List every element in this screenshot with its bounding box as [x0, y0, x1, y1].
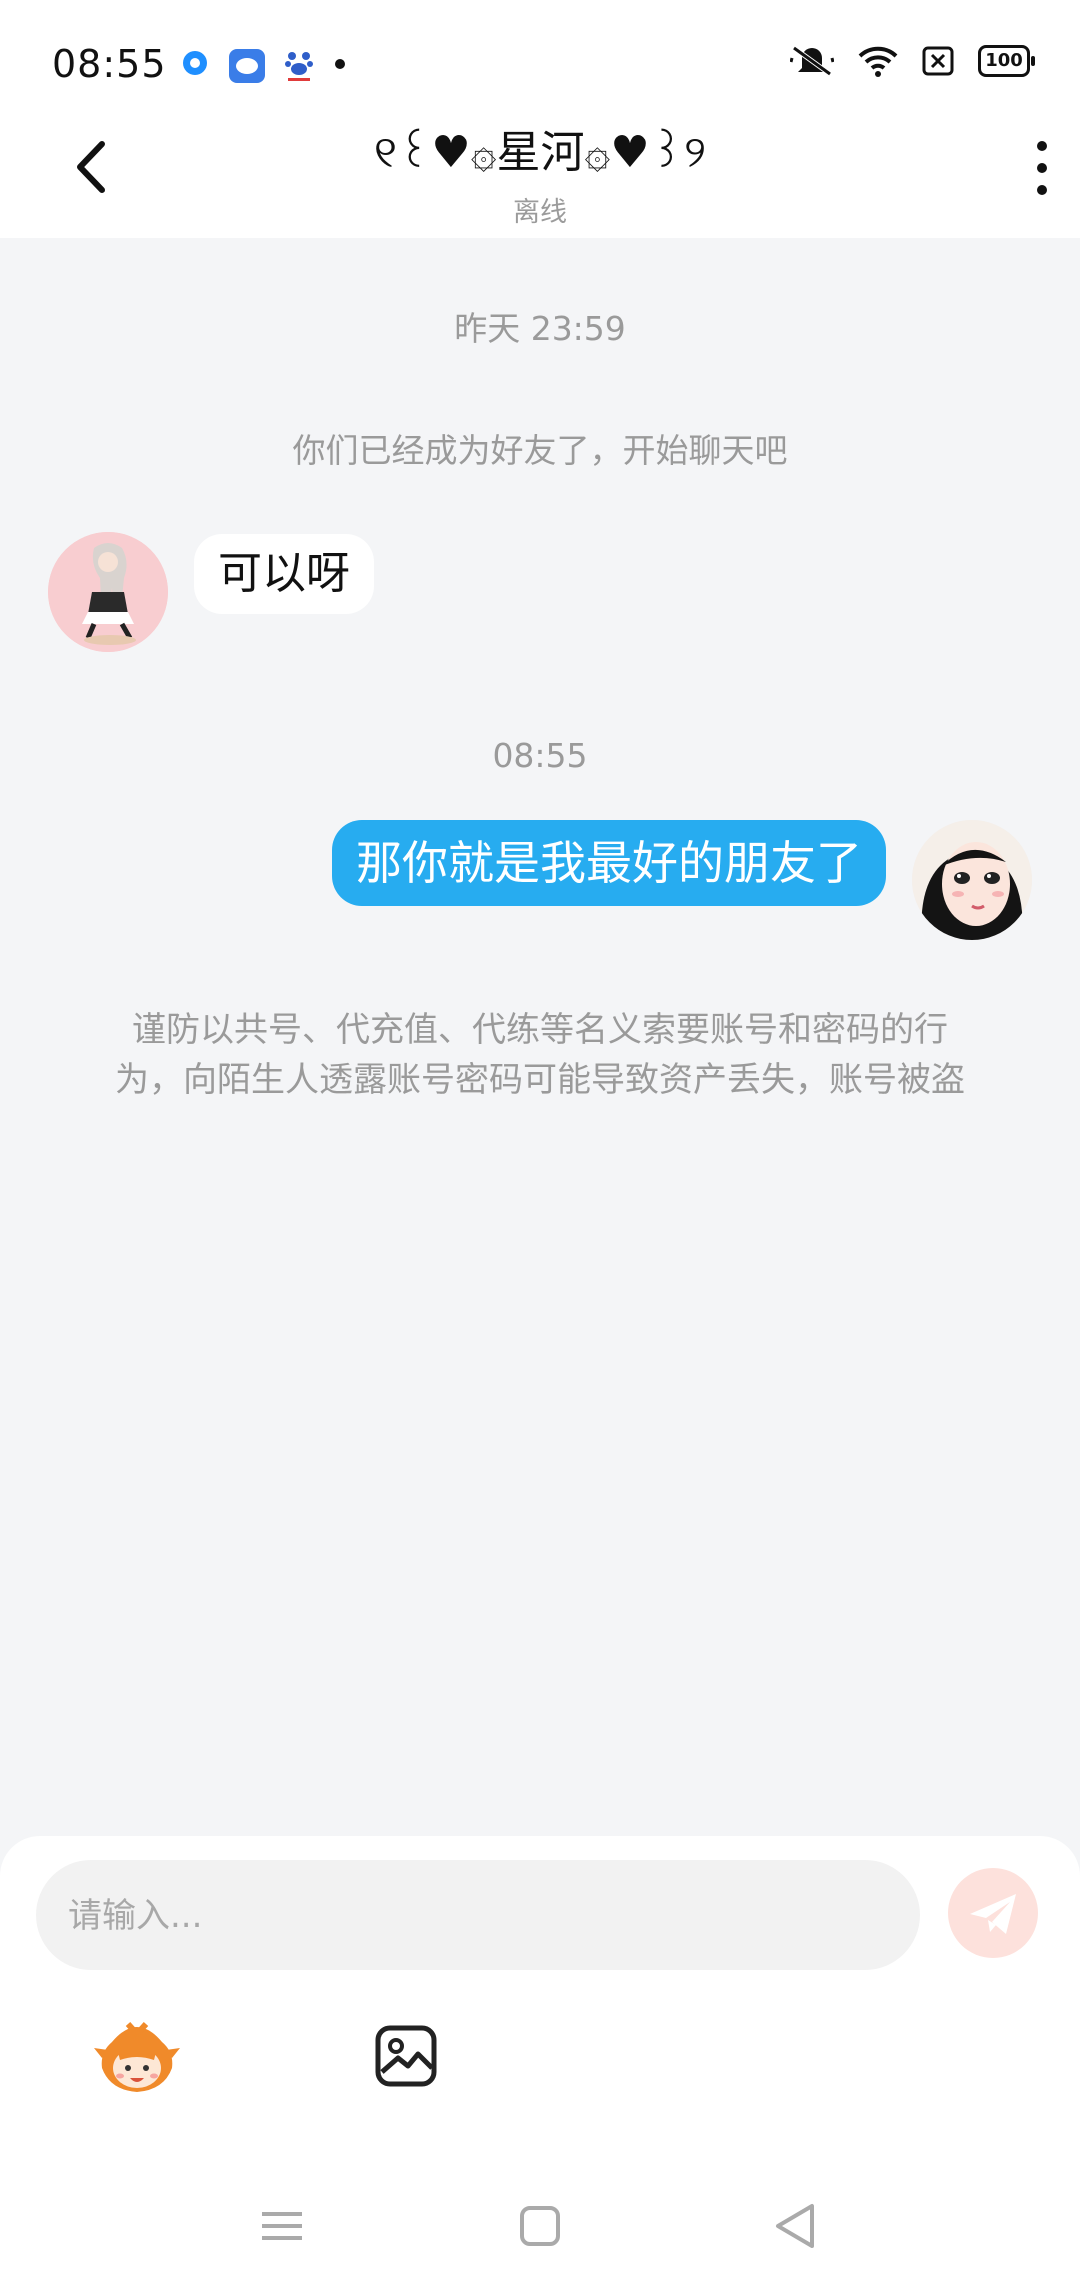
notification-dot-icon	[335, 59, 345, 69]
menu-nav-icon[interactable]	[252, 2196, 312, 2256]
timestamp: 昨天 23:59	[454, 309, 626, 348]
friend-added-notice: 你们已经成为好友了，开始聊天吧	[292, 431, 788, 470]
message-input[interactable]	[66, 1860, 890, 1972]
timestamp: 08:55	[492, 736, 588, 775]
baidu-icon	[285, 52, 313, 81]
contact-name: ୧꒰♥۞星河۞♥꒱୨	[373, 127, 707, 178]
message-input-container	[36, 1860, 920, 1972]
friend-avatar[interactable]	[48, 532, 168, 652]
emoji-sticker-button[interactable]	[92, 2018, 182, 2098]
anime-character-icon	[48, 532, 168, 652]
back-nav-icon[interactable]	[766, 2196, 826, 2256]
system-navigation-bar	[0, 2170, 1080, 2280]
status-time: 08:55	[52, 42, 167, 86]
more-options-button[interactable]	[1030, 138, 1054, 198]
paper-plane-icon	[970, 1894, 1016, 1934]
cartoon-girl-icon	[912, 820, 1032, 940]
top-area: 08:55 100 ୧꒰♥۞星河۞♥꒱୨ 离线	[0, 0, 1080, 238]
my-avatar[interactable]	[912, 820, 1032, 940]
image-picker-button[interactable]	[374, 2024, 438, 2088]
wifi-icon	[858, 46, 898, 77]
contact-status: 离线	[513, 197, 567, 228]
status-right-icons: 100	[790, 44, 1035, 78]
chat-app-icon	[229, 49, 265, 83]
security-warning-line-2: 为，向陌生人透露账号密码可能导致资产丢失，账号被盗	[115, 1060, 965, 1100]
circle-app-icon	[183, 51, 207, 75]
battery-icon: 100	[978, 45, 1035, 77]
security-warning-line-1: 谨防以共号、代充值、代练等名义索要账号和密码的行	[132, 1010, 948, 1050]
home-nav-icon[interactable]	[510, 2196, 570, 2256]
mute-icon	[790, 45, 834, 77]
message-bubble-received[interactable]: 可以呀	[194, 534, 374, 614]
security-warning: 谨防以共号、代充值、代练等名义索要账号和密码的行 为，向陌生人透露账号密码可能导…	[80, 1005, 1000, 1105]
sim-icon	[922, 46, 954, 76]
send-button[interactable]	[948, 1868, 1038, 1958]
message-bubble-sent[interactable]: 那你就是我最好的朋友了	[332, 820, 886, 906]
